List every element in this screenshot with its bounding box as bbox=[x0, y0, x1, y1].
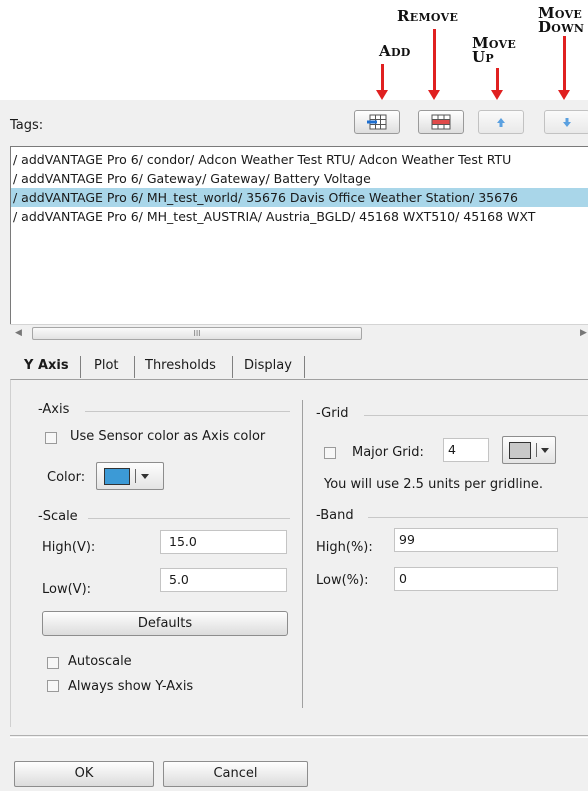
column-divider bbox=[302, 400, 303, 708]
tab-divider bbox=[80, 356, 81, 378]
always-show-y-axis-checkbox[interactable] bbox=[47, 680, 59, 692]
scroll-left-icon[interactable]: ◀ bbox=[15, 328, 22, 338]
gridline-units-note: You will use 2.5 units per gridline. bbox=[324, 477, 543, 492]
add-row-icon bbox=[367, 114, 387, 130]
remove-arrow bbox=[428, 29, 440, 100]
scale-group-label: -Scale bbox=[38, 509, 78, 524]
axis-color-swatch bbox=[104, 468, 130, 485]
major-grid-label: Major Grid: bbox=[352, 445, 424, 460]
axis-group-line bbox=[85, 411, 290, 412]
arrow-down-icon bbox=[563, 118, 571, 127]
tab-divider bbox=[134, 356, 135, 378]
list-item[interactable]: / addVANTAGE Pro 6/ MH_test_AUSTRIA/ Aus… bbox=[11, 207, 588, 226]
tab-display[interactable]: Display bbox=[236, 354, 300, 378]
list-item[interactable]: / addVANTAGE Pro 6/ Gateway/ Gateway/ Ba… bbox=[11, 169, 588, 188]
tags-list[interactable]: / addVANTAGE Pro 6/ condor/ Adcon Weathe… bbox=[10, 146, 588, 342]
band-low-input[interactable]: 0 bbox=[394, 567, 558, 591]
dropdown-divider bbox=[135, 469, 136, 483]
remove-tag-button[interactable] bbox=[418, 110, 464, 134]
grid-color-swatch bbox=[509, 442, 531, 459]
remove-row-icon bbox=[431, 114, 451, 130]
band-low-label: Low(%): bbox=[316, 573, 369, 588]
list-item-selected[interactable]: / addVANTAGE Pro 6/ MH_test_world/ 35676… bbox=[11, 188, 588, 207]
tab-bar: Y Axis Plot Thresholds Display bbox=[10, 352, 588, 380]
band-high-input[interactable]: 99 bbox=[394, 528, 558, 552]
scale-high-input[interactable]: 15.0 bbox=[160, 530, 287, 554]
scroll-right-icon[interactable]: ▶ bbox=[580, 328, 587, 338]
major-grid-input[interactable]: 4 bbox=[443, 438, 489, 462]
ok-button[interactable]: OK bbox=[14, 761, 154, 787]
chevron-down-icon bbox=[541, 448, 549, 453]
band-high-label: High(%): bbox=[316, 540, 373, 555]
move-up-callout: Move Up bbox=[472, 34, 517, 66]
arrow-up-icon bbox=[497, 118, 505, 127]
axis-color-picker[interactable] bbox=[96, 462, 164, 490]
footer-divider bbox=[10, 735, 588, 736]
use-sensor-color-label: Use Sensor color as Axis color bbox=[70, 429, 266, 444]
move-down-callout: Move Down bbox=[538, 4, 585, 36]
move-down-button[interactable] bbox=[544, 110, 588, 134]
autoscale-label: Autoscale bbox=[68, 654, 132, 669]
always-show-y-axis-label: Always show Y-Axis bbox=[68, 679, 194, 694]
tags-label: Tags: bbox=[10, 118, 44, 133]
list-item[interactable]: / addVANTAGE Pro 6/ condor/ Adcon Weathe… bbox=[11, 150, 588, 169]
add-arrow bbox=[376, 64, 388, 100]
autoscale-checkbox[interactable] bbox=[47, 657, 59, 669]
tab-plot[interactable]: Plot bbox=[86, 354, 127, 378]
tab-divider bbox=[232, 356, 233, 378]
axis-color-label: Color: bbox=[47, 470, 86, 485]
grid-group-line bbox=[364, 415, 588, 416]
move-up-button[interactable] bbox=[478, 110, 524, 134]
band-group-line bbox=[368, 517, 588, 518]
major-grid-checkbox[interactable] bbox=[324, 447, 336, 459]
cancel-button[interactable]: Cancel bbox=[163, 761, 308, 787]
scale-high-label: High(V): bbox=[42, 540, 96, 555]
defaults-button[interactable]: Defaults bbox=[42, 611, 288, 636]
horizontal-scrollbar[interactable]: ◀ III ▶ bbox=[10, 324, 588, 342]
remove-callout: Remove bbox=[397, 7, 459, 25]
scroll-thumb[interactable]: III bbox=[32, 327, 362, 340]
axis-group-label: -Axis bbox=[38, 402, 70, 417]
add-tag-button[interactable] bbox=[354, 110, 400, 134]
chevron-down-icon bbox=[141, 474, 149, 479]
tab-thresholds[interactable]: Thresholds bbox=[137, 354, 224, 378]
band-group-label: -Band bbox=[316, 508, 354, 523]
scale-low-input[interactable]: 5.0 bbox=[160, 568, 287, 592]
move-down-arrow bbox=[558, 36, 570, 100]
add-callout: Add bbox=[379, 42, 411, 60]
grid-group-label: -Grid bbox=[316, 406, 349, 421]
tab-divider bbox=[304, 356, 305, 378]
use-sensor-color-checkbox[interactable] bbox=[45, 432, 57, 444]
scale-group-line bbox=[88, 518, 290, 519]
grid-color-picker[interactable] bbox=[502, 436, 556, 464]
dropdown-divider bbox=[536, 443, 537, 457]
scale-low-label: Low(V): bbox=[42, 582, 92, 597]
move-up-arrow bbox=[491, 68, 503, 100]
tab-y-axis[interactable]: Y Axis bbox=[16, 354, 77, 378]
footer-divider-highlight bbox=[10, 737, 588, 738]
